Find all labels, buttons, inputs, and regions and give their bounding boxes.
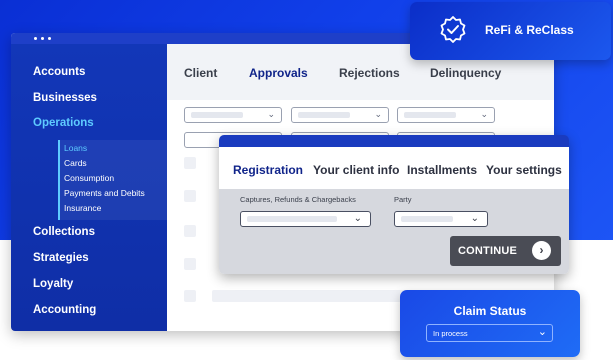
window-dot [41,37,44,40]
row-checkbox[interactable] [184,258,196,270]
field-label-captures: Captures, Refunds & Chargebacks [240,195,356,204]
party-dropdown[interactable]: ⌄ [394,211,488,227]
tab-client[interactable]: Client [184,66,217,80]
tab-registration[interactable]: Registration [233,163,303,177]
submenu-item-loans[interactable]: Loans [64,143,87,153]
placeholder-bar [191,112,243,118]
tab-settings[interactable]: Your settings [486,163,562,177]
verified-badge-icon [440,16,466,43]
continue-label: CONTINUE [458,245,518,257]
placeholder-bar [247,216,337,222]
submenu-item-payments[interactable]: Payments and Debits [64,188,145,198]
claim-status-title: Claim Status [453,304,527,318]
registration-tabs: Registration Your client info Installmen… [219,147,569,189]
tab-installments[interactable]: Installments [407,163,477,177]
tab-rejections[interactable]: Rejections [339,66,400,80]
row-checkbox[interactable] [184,190,196,202]
arrow-right-icon: › [532,241,551,260]
registration-panel: Registration Your client info Installmen… [219,135,569,274]
row-checkbox[interactable] [184,290,196,302]
window-dot [34,37,37,40]
sidebar-item-collections[interactable]: Collections [33,226,95,238]
submenu-item-insurance[interactable]: Insurance [64,203,101,213]
claim-status-value: In process [433,329,468,338]
sidebar-item-loyalty[interactable]: Loyalty [33,278,73,290]
claim-status-select[interactable]: In process ⌄ [426,324,553,342]
placeholder-bar [298,112,350,118]
submenu-item-cards[interactable]: Cards [64,158,87,168]
chevron-down-icon: ⌄ [374,109,382,119]
panel-header-bar [219,135,569,147]
chevron-down-icon: ⌄ [470,213,479,224]
chevron-down-icon: ⌄ [537,326,547,338]
chevron-down-icon: ⌄ [267,109,275,119]
filter-dropdown[interactable]: ⌄ [397,107,495,123]
sidebar-item-businesses[interactable]: Businesses [33,92,97,104]
table-row-placeholder [212,290,407,302]
chevron-down-icon: ⌄ [353,213,362,224]
chevron-down-icon: ⌄ [480,109,488,119]
window-controls[interactable] [34,37,51,40]
sidebar-item-accounting[interactable]: Accounting [33,304,96,316]
window-dot [48,37,51,40]
refi-reclass-badge[interactable]: ReFi & ReClass [410,2,611,60]
registration-form: Captures, Refunds & Chargebacks Party ⌄ … [219,189,569,274]
captures-dropdown[interactable]: ⌄ [240,211,371,227]
operations-submenu: Loans Cards Consumption Payments and Deb… [58,140,167,220]
filter-dropdown[interactable]: ⌄ [184,107,282,123]
tab-client-info[interactable]: Your client info [313,163,399,177]
filter-dropdown[interactable]: ⌄ [291,107,389,123]
claim-status-card: Claim Status In process ⌄ [400,290,580,357]
sidebar-item-operations[interactable]: Operations [33,117,94,129]
sidebar-item-strategies[interactable]: Strategies [33,252,89,264]
row-checkbox[interactable] [184,157,196,169]
submenu-item-consumption[interactable]: Consumption [64,173,114,183]
placeholder-bar [404,112,456,118]
tab-approvals[interactable]: Approvals [249,66,308,80]
tab-delinquency[interactable]: Delinquency [430,66,501,80]
placeholder-bar [401,216,453,222]
sidebar: Accounts Businesses Operations Loans Car… [11,44,167,331]
sidebar-item-accounts[interactable]: Accounts [33,66,85,78]
row-checkbox[interactable] [184,225,196,237]
field-label-party: Party [394,195,412,204]
continue-button[interactable]: CONTINUE › [450,236,561,266]
refi-label: ReFi & ReClass [485,23,574,37]
